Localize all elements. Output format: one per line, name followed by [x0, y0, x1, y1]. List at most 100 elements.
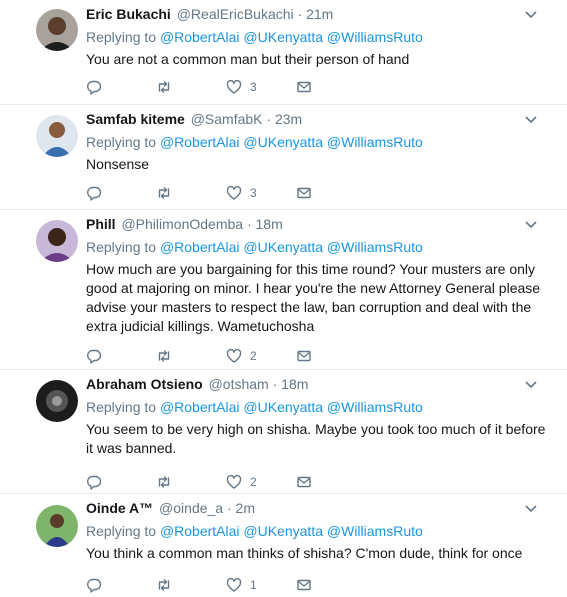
chevron-down-icon[interactable]: [525, 380, 537, 390]
replying-to: Replying to @RobertAlai @UKenyatta @Will…: [86, 522, 553, 540]
mention-link[interactable]: @UKenyatta: [243, 399, 323, 415]
reply-button[interactable]: [86, 348, 156, 364]
like-count: 2: [250, 349, 257, 363]
tweet-text: You are not a common man but their perso…: [86, 51, 410, 67]
user-handle[interactable]: @SamfabK: [191, 111, 263, 127]
retweet-button[interactable]: [156, 348, 226, 364]
reply-icon: [86, 79, 102, 95]
heart-icon: [226, 348, 242, 364]
separator-dot: ·: [226, 500, 232, 516]
retweet-button[interactable]: [156, 79, 226, 95]
direct-message-button[interactable]: [296, 474, 366, 490]
envelope-icon: [296, 185, 312, 201]
timestamp[interactable]: 18m: [256, 216, 283, 232]
timestamp[interactable]: 18m: [281, 376, 308, 392]
separator-dot: ·: [272, 376, 278, 392]
tweet[interactable]: Abraham Otsieno @otsham · 18m Replying t…: [0, 370, 567, 494]
chevron-down-icon[interactable]: [525, 504, 537, 514]
mention-link[interactable]: @WilliamsRuto: [327, 523, 423, 539]
timestamp[interactable]: 23m: [275, 111, 302, 127]
direct-message-button[interactable]: [296, 185, 366, 201]
like-button[interactable]: 3: [226, 185, 296, 201]
reply-button[interactable]: [86, 185, 156, 201]
mention-link[interactable]: @RobertAlai: [160, 29, 240, 45]
tweet-actions: 2: [86, 347, 366, 365]
mention-link[interactable]: @RobertAlai: [160, 134, 240, 150]
retweet-button[interactable]: [156, 185, 226, 201]
heart-icon: [226, 185, 242, 201]
avatar[interactable]: [36, 9, 78, 51]
retweet-button[interactable]: [156, 577, 226, 593]
avatar[interactable]: [36, 220, 78, 262]
heart-icon: [226, 79, 242, 95]
like-button[interactable]: 2: [226, 474, 296, 490]
avatar[interactable]: [36, 115, 78, 157]
mention-link[interactable]: @WilliamsRuto: [327, 29, 423, 45]
user-handle[interactable]: @PhilimonOdemba: [121, 216, 243, 232]
tweet-text: You seem to be very high on shisha. Mayb…: [86, 421, 546, 456]
display-name[interactable]: Oinde A™: [86, 500, 153, 516]
tweet-actions: 3: [86, 184, 366, 202]
like-button[interactable]: 3: [226, 79, 296, 95]
envelope-icon: [296, 577, 312, 593]
tweet-header: Samfab kiteme @SamfabK · 23m: [86, 110, 553, 128]
user-handle[interactable]: @oinde_a: [159, 500, 223, 516]
chevron-down-icon[interactable]: [525, 115, 537, 125]
chevron-down-icon[interactable]: [525, 220, 537, 230]
avatar[interactable]: [36, 505, 78, 547]
mention-link[interactable]: @RobertAlai: [160, 399, 240, 415]
retweet-button[interactable]: [156, 474, 226, 490]
mention-link[interactable]: @WilliamsRuto: [327, 239, 423, 255]
timestamp[interactable]: 2m: [236, 500, 255, 516]
mention-link[interactable]: @UKenyatta: [243, 29, 323, 45]
reply-button[interactable]: [86, 474, 156, 490]
heart-icon: [226, 577, 242, 593]
retweet-icon: [156, 474, 172, 490]
separator-dot: ·: [266, 111, 272, 127]
separator-dot: ·: [246, 216, 252, 232]
user-handle[interactable]: @otsham: [209, 376, 269, 392]
direct-message-button[interactable]: [296, 577, 366, 593]
like-count: 2: [250, 475, 257, 489]
envelope-icon: [296, 79, 312, 95]
user-handle[interactable]: @RealEricBukachi: [177, 6, 294, 22]
retweet-icon: [156, 79, 172, 95]
display-name[interactable]: Samfab kiteme: [86, 111, 185, 127]
reply-button[interactable]: [86, 577, 156, 593]
mention-link[interactable]: @WilliamsRuto: [327, 399, 423, 415]
tweet[interactable]: Samfab kiteme @SamfabK · 23m Replying to…: [0, 105, 567, 210]
mention-link[interactable]: @UKenyatta: [243, 523, 323, 539]
display-name[interactable]: Eric Bukachi: [86, 6, 171, 22]
tweet-header: Abraham Otsieno @otsham · 18m: [86, 375, 553, 393]
mention-link[interactable]: @UKenyatta: [243, 134, 323, 150]
direct-message-button[interactable]: [296, 79, 366, 95]
tweet[interactable]: Eric Bukachi @RealEricBukachi · 21m Repl…: [0, 0, 567, 105]
mention-link[interactable]: @UKenyatta: [243, 239, 323, 255]
tweet[interactable]: Oinde A™ @oinde_a · 2m Replying to @Robe…: [0, 494, 567, 597]
retweet-icon: [156, 185, 172, 201]
timestamp[interactable]: 21m: [306, 6, 333, 22]
reply-icon: [86, 577, 102, 593]
replying-label: Replying to: [86, 29, 157, 45]
like-button[interactable]: 1: [226, 577, 296, 593]
mention-link[interactable]: @RobertAlai: [160, 523, 240, 539]
reply-button[interactable]: [86, 79, 156, 95]
tweet-header: Oinde A™ @oinde_a · 2m: [86, 499, 553, 517]
like-button[interactable]: 2: [226, 348, 296, 364]
tweet-actions: 3: [86, 78, 366, 96]
envelope-icon: [296, 348, 312, 364]
display-name[interactable]: Abraham Otsieno: [86, 376, 203, 392]
like-count: 3: [250, 80, 257, 94]
replying-to: Replying to @RobertAlai @UKenyatta @Will…: [86, 28, 553, 46]
like-count: 3: [250, 186, 257, 200]
tweet-actions: 1: [86, 576, 366, 594]
mention-link[interactable]: @WilliamsRuto: [327, 134, 423, 150]
reply-icon: [86, 185, 102, 201]
mention-link[interactable]: @RobertAlai: [160, 239, 240, 255]
replying-label: Replying to: [86, 239, 157, 255]
display-name[interactable]: Phill: [86, 216, 116, 232]
direct-message-button[interactable]: [296, 348, 366, 364]
chevron-down-icon[interactable]: [525, 10, 537, 20]
avatar[interactable]: [36, 380, 78, 422]
tweet[interactable]: Phill @PhilimonOdemba · 18m Replying to …: [0, 210, 567, 370]
